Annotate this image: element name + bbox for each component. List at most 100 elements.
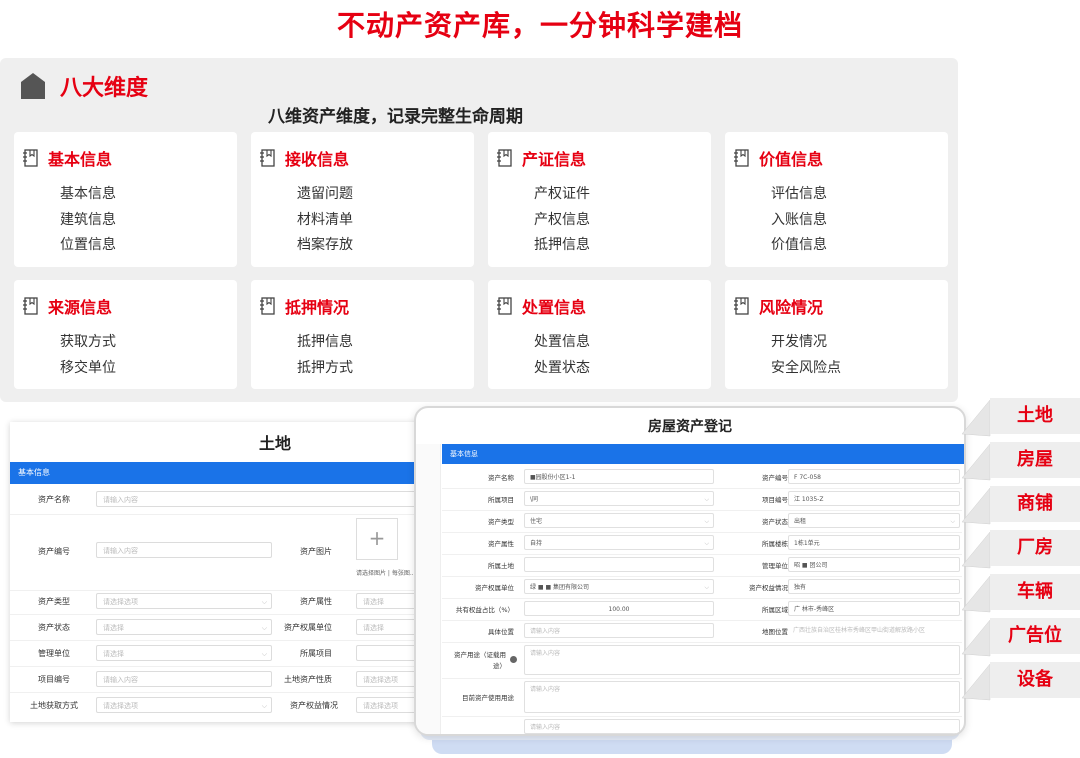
form-row: 资产名称 请输入内容 bbox=[10, 484, 430, 515]
field-label: 所属项目 bbox=[488, 496, 514, 504]
connector-lines bbox=[962, 399, 991, 701]
field-label: 资产名称 bbox=[488, 474, 514, 482]
card-title: 价值信息 bbox=[759, 150, 824, 169]
section-subtitle: 八维资产维度，记录完整生命周期 bbox=[268, 107, 523, 127]
form-row: 管理单位 请选择 ⌵ 所属项目 bbox=[10, 640, 430, 667]
field-label: 资产权益情况 bbox=[290, 701, 338, 710]
field-label: 资产权益情况 bbox=[749, 584, 788, 592]
select-value: 绿 ■ ■ 集团有限公司 bbox=[530, 584, 590, 591]
select-value: 自持 bbox=[530, 540, 543, 547]
asset-code-input[interactable]: 请输入内容 bbox=[96, 542, 272, 558]
form-row: 所属项目 \同 ⌵ 项目编号 江 1035-Z bbox=[442, 488, 962, 511]
house-form-title: 房屋资产登记 bbox=[648, 419, 732, 435]
field-label: 具体位置 bbox=[488, 628, 514, 636]
card-item: 处置信息 bbox=[534, 334, 590, 350]
card-source-info[interactable]: 来源信息 获取方式 移交单位 bbox=[14, 280, 237, 389]
project-code-input[interactable]: 请输入内容 bbox=[96, 671, 272, 687]
card-certificate-info[interactable]: 产证信息 产权证件 产权信息 抵押信息 bbox=[488, 132, 711, 267]
house-form-section-bar: 基本信息 bbox=[442, 444, 964, 464]
card-risk-status[interactable]: 风险情况 开发情况 安全风险点 bbox=[725, 280, 948, 389]
category-vehicle[interactable]: 车辆 bbox=[990, 574, 1080, 610]
field-label: 目前资产使用用途 bbox=[462, 694, 514, 702]
card-disposal-info[interactable]: 处置信息 处置信息 处置状态 bbox=[488, 280, 711, 389]
chevron-down-icon: ⌵ bbox=[704, 496, 709, 503]
category-equipment[interactable]: 设备 bbox=[990, 662, 1080, 698]
extra-textarea[interactable]: 请输入内容 bbox=[524, 719, 960, 734]
chevron-down-icon: ⌵ bbox=[261, 598, 267, 606]
field-label: 管理单位 bbox=[762, 562, 788, 570]
select-input[interactable]: 住宅 ⌵ bbox=[524, 513, 714, 528]
form-row: 所属土地 管理单位 昭 ■ 团公司 bbox=[442, 554, 962, 577]
project-select[interactable]: \同 ⌵ bbox=[524, 491, 714, 506]
card-item: 抵押信息 bbox=[297, 334, 353, 350]
form-row: 项目编号 请输入内容 土地资产性质 请选择选项 bbox=[10, 666, 430, 693]
form-row: 土地获取方式 请选择选项 ⌵ 资产权益情况 请选择选项 bbox=[10, 692, 430, 718]
card-item: 位置信息 bbox=[60, 237, 116, 253]
card-item: 遗留问题 bbox=[297, 186, 353, 202]
field-label: 资产名称 bbox=[38, 495, 70, 504]
select-input[interactable]: 1栋1单元 bbox=[788, 535, 960, 550]
field-label: 共有权益占比（%） bbox=[455, 606, 514, 614]
select-value: 请选择 bbox=[103, 650, 124, 658]
select-input[interactable]: 请选择 ⌵ bbox=[96, 619, 272, 635]
asset-name-input[interactable]: ■园股份小区1-1 bbox=[524, 469, 714, 484]
form-row: 目前资产使用用途 请输入内容 bbox=[442, 678, 962, 717]
card-item: 移交单位 bbox=[60, 359, 116, 376]
card-item: 价值信息 bbox=[771, 237, 827, 253]
select-input[interactable]: 请选择 ⌵ bbox=[96, 645, 272, 661]
card-receive-info[interactable]: 接收信息 遗留问题 材料清单 档案存放 bbox=[251, 132, 474, 267]
card-item: 基本信息 bbox=[60, 186, 116, 202]
select-input[interactable]: 出租 ⌵ bbox=[788, 513, 960, 528]
select-input[interactable]: 独有 bbox=[788, 579, 960, 594]
form-row: 请输入内容 bbox=[442, 716, 962, 734]
select-value: 住宅 bbox=[530, 518, 543, 525]
notebook-icon bbox=[260, 149, 275, 167]
share-stepper[interactable]: 100.00 bbox=[524, 601, 714, 616]
notebook-icon bbox=[23, 149, 38, 167]
card-item: 抵押方式 bbox=[297, 359, 353, 376]
side-strip bbox=[416, 444, 441, 734]
notebook-icon bbox=[497, 297, 512, 315]
category-billboard[interactable]: 广告位 bbox=[990, 618, 1080, 654]
current-usage-textarea[interactable]: 请输入内容 bbox=[524, 681, 960, 713]
location-input[interactable]: 请输入内容 bbox=[524, 623, 714, 638]
select-value: 请选择 bbox=[103, 624, 124, 632]
field-label: 资产编号 bbox=[38, 547, 70, 556]
page-headline: 不动产资产库，一分钟科学建档 bbox=[336, 9, 743, 42]
field-label: 资产类型 bbox=[488, 518, 514, 526]
category-land[interactable]: 土地 bbox=[990, 398, 1080, 434]
field-label: 资产权属单位 bbox=[475, 584, 514, 592]
card-mortgage-status[interactable]: 抵押情况 抵押信息 抵押方式 bbox=[251, 280, 474, 389]
section-title: 八大维度 bbox=[60, 76, 149, 101]
project-code-input[interactable]: 江 1035-Z bbox=[788, 491, 960, 506]
map-location[interactable]: 广西壮族自治区桂林市秀峰区甲山街道解放路小区 bbox=[788, 623, 960, 638]
select-input[interactable]: 绿 ■ ■ 集团有限公司 ⌵ bbox=[524, 579, 714, 594]
usage-textarea[interactable]: 请输入内容 bbox=[524, 645, 960, 675]
field-label: 所属区域 bbox=[762, 606, 788, 614]
region-select[interactable]: 广 林市-秀峰区 bbox=[788, 601, 960, 616]
select-input[interactable]: 请选择选项 ⌵ bbox=[96, 697, 272, 713]
land-form-window: 土地 基本信息 资产名称 请输入内容 资产编号 请输入内容 资产图片 + 请选择… bbox=[10, 422, 430, 722]
card-title: 处置信息 bbox=[522, 298, 587, 317]
card-item: 抵押信息 bbox=[534, 237, 590, 253]
card-basic-info[interactable]: 基本信息 基本信息 建筑信息 位置信息 bbox=[14, 132, 237, 267]
card-item: 安全风险点 bbox=[771, 359, 841, 376]
land-select[interactable] bbox=[524, 557, 714, 572]
chevron-down-icon: ⌵ bbox=[704, 584, 709, 591]
select-input[interactable]: 自持 ⌵ bbox=[524, 535, 714, 550]
card-value-info[interactable]: 价值信息 评估信息 入账信息 价值信息 bbox=[725, 132, 948, 267]
field-label: 资产属性 bbox=[488, 540, 514, 548]
select-input[interactable]: 昭 ■ 团公司 bbox=[788, 557, 960, 572]
select-input[interactable]: 请选择选项 ⌵ bbox=[96, 593, 272, 609]
card-title: 接收信息 bbox=[285, 150, 350, 169]
category-shop[interactable]: 商铺 bbox=[990, 486, 1080, 522]
category-factory[interactable]: 厂房 bbox=[990, 530, 1080, 566]
form-row: 资产名称 ■园股份小区1-1 资产编号 F 7C-058 bbox=[442, 466, 962, 489]
asset-name-input[interactable]: 请输入内容 bbox=[96, 491, 426, 507]
asset-code-input[interactable]: F 7C-058 bbox=[788, 469, 960, 484]
category-house[interactable]: 房屋 bbox=[990, 442, 1080, 478]
field-label: 资产图片 bbox=[300, 547, 332, 556]
card-item: 产权信息 bbox=[534, 211, 590, 228]
chevron-down-icon: ⌵ bbox=[950, 518, 955, 525]
image-upload-button[interactable]: + bbox=[356, 518, 398, 560]
